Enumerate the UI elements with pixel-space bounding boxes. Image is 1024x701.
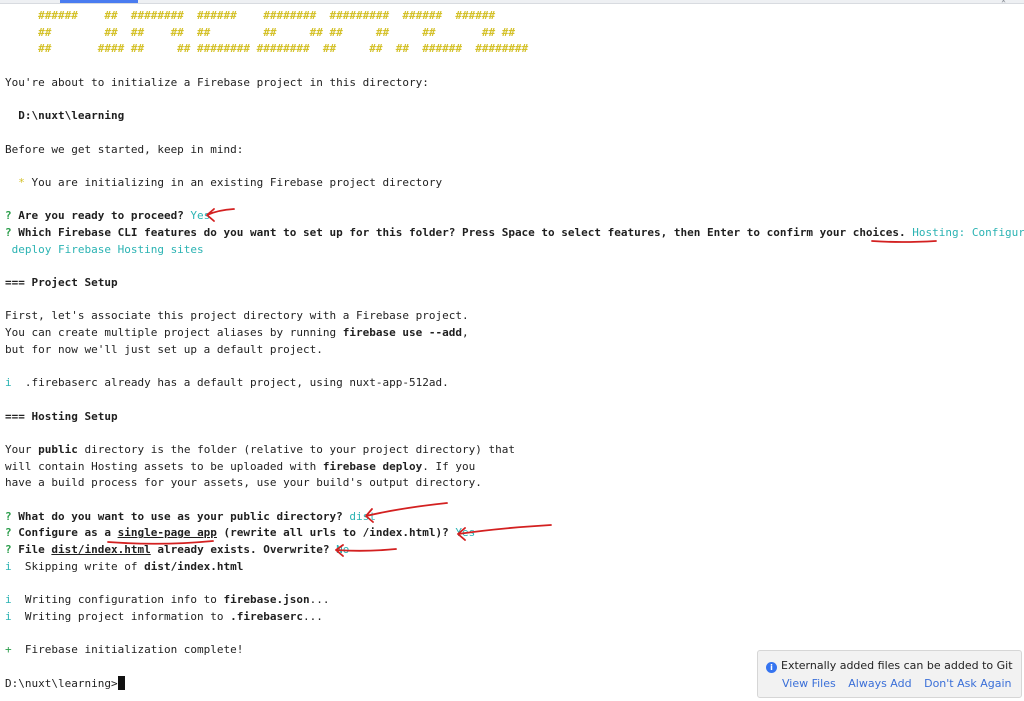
info-text: ...: [309, 593, 330, 607]
project-directory: D:\nuxt\learning: [5, 109, 125, 123]
notification-actions: View Files Always Add Don't Ask Again: [782, 677, 1021, 690]
text-segment: ,: [461, 326, 469, 340]
question-text: (rewrite all urls to /index.html)?: [216, 526, 449, 540]
info-line: i .firebaserc already has a default proj…: [5, 375, 1021, 392]
dont-ask-again-link[interactable]: Don't Ask Again: [924, 677, 1011, 690]
info-text: ...: [303, 609, 323, 623]
info-text: Skipping write of: [11, 559, 145, 573]
tab-strip: ✕: [0, 0, 1024, 5]
prompt-text: D:\nuxt\learning>: [5, 676, 118, 690]
answer-text: Hosting: Configure and: [912, 225, 1024, 239]
info-line: i Writing configuration info to firebase…: [5, 592, 1021, 609]
banner-line: ## #### ## ## ######## ######## ## ## ##…: [5, 42, 529, 56]
text-segment: . If you: [422, 459, 476, 473]
question-overwrite: ? File dist/index.html already exists. O…: [5, 542, 1021, 559]
question-text: What do you want to use as your public d…: [11, 509, 343, 523]
question-mark-icon: ?: [5, 526, 12, 540]
text-segment: Your: [5, 442, 39, 456]
file-path: .firebaserc: [230, 609, 304, 623]
keep-in-mind-text: Before we get started, keep in mind:: [5, 142, 244, 156]
question-mark-icon: ?: [5, 509, 12, 523]
paragraph-line: Your public directory is the folder (rel…: [5, 442, 1021, 459]
question-spa: ? Configure as a single-page app (rewrit…: [5, 525, 1021, 542]
file-path: dist/index.html: [51, 543, 151, 556]
command-text: firebase use --add: [342, 326, 462, 340]
file-path: dist/index.html: [144, 559, 244, 573]
question-ready: ? Are you ready to proceed? Yes: [5, 208, 1021, 225]
question-text: Configure as a: [11, 526, 118, 540]
question-features: ? Which Firebase CLI features do you wan…: [5, 225, 1024, 242]
paragraph-line: First, let's associate this project dire…: [5, 309, 469, 323]
question-text: single-page app: [117, 526, 217, 540]
info-text: Writing configuration info to: [11, 593, 224, 607]
warning-icon: *: [5, 175, 25, 189]
paragraph-line: but for now we'll just set up a default …: [5, 342, 323, 356]
question-public-dir: ? What do you want to use as your public…: [5, 509, 1021, 526]
active-tab-indicator[interactable]: [60, 0, 138, 3]
paragraph-line: will contain Hosting assets to be upload…: [5, 459, 1021, 476]
info-line: i Skipping write of dist/index.html: [5, 559, 1021, 576]
info-icon: i: [766, 662, 777, 673]
text-segment: will contain Hosting assets to be upload…: [5, 459, 323, 473]
view-files-link[interactable]: View Files: [782, 677, 836, 690]
banner-line: ## ## ## ## ## ## ## ## ## ## ## ##: [5, 25, 515, 39]
close-icon[interactable]: ✕: [1001, 0, 1006, 5]
info-icon: i: [5, 376, 12, 390]
question-text: already exists. Overwrite?: [150, 543, 330, 556]
terminal-output[interactable]: ###### ## ######## ###### ######## #####…: [5, 8, 1024, 692]
question-mark-icon: ?: [5, 225, 12, 239]
question-mark-icon: ?: [5, 209, 12, 223]
notification-message-row: i Externally added files can be added to …: [766, 659, 1013, 673]
file-path: firebase.json: [223, 593, 310, 607]
notification-message: Externally added files can be added to G…: [781, 659, 1013, 672]
command-text: firebase deploy: [322, 459, 423, 473]
text-segment: public: [38, 442, 78, 456]
answer-text: Yes: [448, 526, 476, 540]
paragraph-line: You can create multiple project aliases …: [5, 325, 1021, 342]
info-text: Writing project information to: [11, 609, 231, 623]
git-notification: i Externally added files can be added to …: [757, 650, 1022, 698]
check-icon: +: [5, 643, 12, 657]
section-header-hosting: === Hosting Setup: [5, 409, 118, 423]
banner-line: ###### ## ######## ###### ######## #####…: [5, 9, 496, 22]
answer-text: No: [329, 543, 350, 556]
answer-text: dist: [342, 509, 376, 523]
question-text: Which Firebase CLI features do you want …: [11, 225, 906, 239]
text-segment: You can create multiple project aliases …: [5, 326, 343, 340]
question-text: File: [11, 543, 52, 556]
intro-text: You're about to initialize a Firebase pr…: [5, 75, 429, 89]
info-icon: i: [5, 593, 12, 607]
section-header-project: === Project Setup: [5, 276, 118, 289]
answer-continuation: deploy Firebase Hosting sites: [5, 242, 204, 256]
question-mark-icon: ?: [5, 543, 12, 556]
success-text: Firebase initialization complete!: [11, 643, 244, 657]
info-icon: i: [5, 609, 12, 623]
answer-text: Yes: [183, 209, 211, 223]
text-cursor: [117, 675, 125, 690]
warning-line: * You are initializing in an existing Fi…: [5, 175, 1021, 192]
info-line: i Writing project information to .fireba…: [5, 609, 1021, 626]
info-text: .firebaserc already has a default projec…: [11, 376, 449, 390]
paragraph-line: have a build process for your assets, us…: [5, 476, 482, 490]
text-segment: directory is the folder (relative to you…: [77, 442, 515, 456]
warning-text: You are initializing in an existing Fire…: [24, 175, 443, 189]
info-icon: i: [5, 559, 12, 573]
question-text: Are you ready to proceed?: [11, 209, 184, 223]
always-add-link[interactable]: Always Add: [848, 677, 911, 690]
